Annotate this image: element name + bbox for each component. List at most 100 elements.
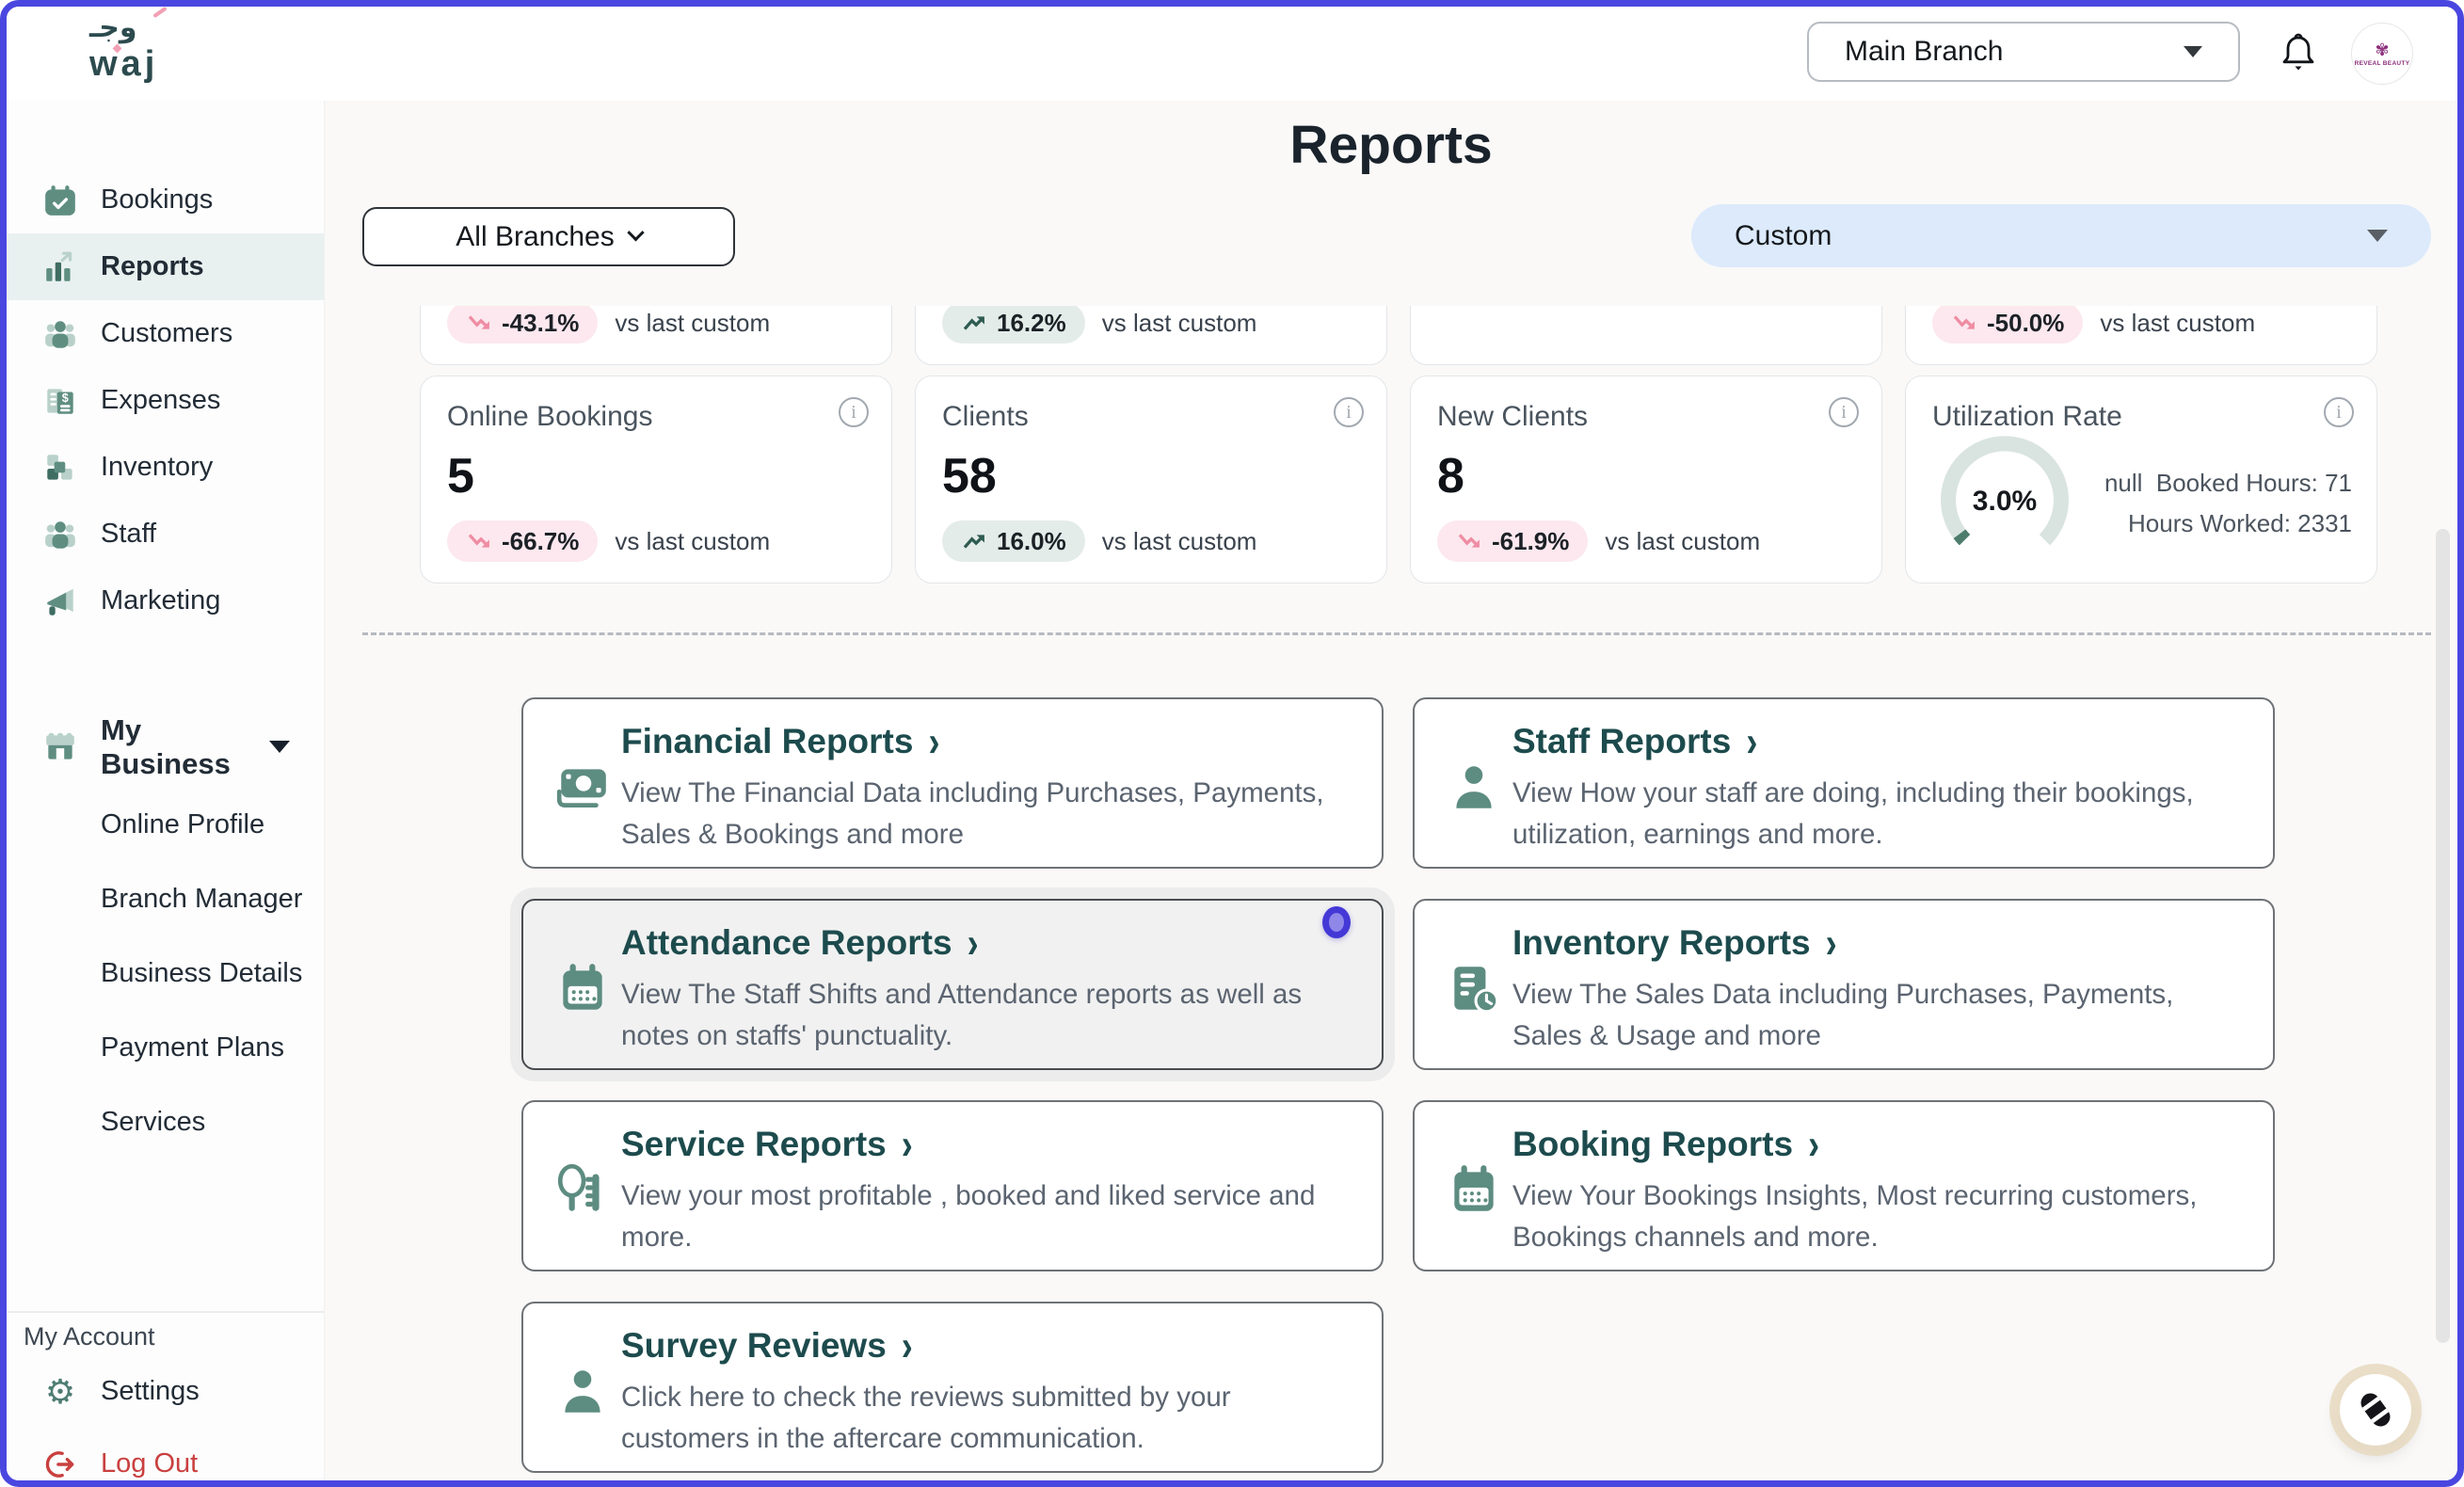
logout-icon — [42, 1447, 78, 1482]
sidebar-item-logout[interactable]: Log Out — [7, 1431, 324, 1487]
mirror-comb-icon — [553, 1160, 612, 1219]
person-icon — [553, 1362, 612, 1420]
stat-card-title: Clients — [942, 401, 1360, 433]
date-range-dropdown[interactable]: Custom — [1691, 204, 2431, 267]
people-icon — [42, 316, 78, 352]
my-business-label: My Business — [101, 713, 269, 781]
sidebar-item-label: Reports — [101, 251, 204, 282]
megaphone-icon — [42, 584, 78, 619]
chevron-right-icon: › — [928, 717, 939, 767]
info-icon[interactable]: i — [1334, 397, 1364, 427]
stat-trend-row: 16.0%vs last custom — [942, 520, 1256, 562]
report-card-description: Click here to check the reviews submitte… — [621, 1377, 1327, 1461]
vertical-scrollbar[interactable] — [2436, 529, 2450, 1343]
sidebar-item-customers[interactable]: Customers — [7, 300, 324, 367]
sidebar-item-marketing[interactable]: Marketing — [7, 568, 324, 634]
report-card-description: View Your Bookings Insights, Most recurr… — [1512, 1175, 2218, 1259]
sidebar-item-staff[interactable]: Staff — [7, 501, 324, 568]
sidebar-item-label: Customers — [101, 318, 232, 349]
trend-delta-value: -66.7% — [502, 527, 579, 556]
all-branches-filter-button[interactable]: All Branches — [362, 207, 735, 266]
top-header: وجـ waj Main Branch ✾ REVEAL BEAUTY — [7, 7, 2457, 101]
clipped-stat-card: -50.0% vs last custom — [1905, 306, 2377, 365]
sidebar-item-inventory[interactable]: Inventory — [7, 434, 324, 501]
cursor-indicator — [1322, 906, 1351, 938]
support-logo-icon — [2355, 1389, 2396, 1431]
report-title-text: Staff Reports — [1512, 722, 1731, 761]
report-title-text: Financial Reports — [621, 722, 913, 761]
sidebar-item-label: Marketing — [101, 585, 220, 616]
settings-label: Settings — [101, 1376, 200, 1407]
svg-text:$: $ — [62, 392, 69, 405]
my-account-label: My Account — [24, 1322, 155, 1351]
receipt-icon: $ — [42, 383, 78, 419]
support-floating-button[interactable] — [2340, 1374, 2411, 1446]
trend-up-icon — [961, 312, 989, 333]
info-icon[interactable]: i — [839, 397, 869, 427]
trend-badge: -50.0% — [1932, 306, 2083, 344]
stat-card-value: 58 — [942, 448, 1360, 504]
all-branches-label: All Branches — [456, 221, 614, 253]
report-card-attendance-reports[interactable]: Attendance Reports › View The Staff Shifts… — [521, 899, 1384, 1070]
trend-down-icon — [1456, 531, 1484, 552]
stat-card-title: Online Bookings — [447, 401, 865, 433]
clipped-stat-card: -43.1%vs last custom — [420, 306, 892, 365]
report-card-description: View How your staff are doing, including… — [1512, 773, 2218, 856]
app-logo: وجـ waj — [89, 14, 158, 82]
vs-period-label: vs last custom — [615, 527, 770, 556]
sidebar-item-bookings[interactable]: Bookings — [7, 167, 324, 233]
stat-trend-row: -66.7% vs last custom — [447, 520, 770, 562]
report-card-description: View your most profitable , booked and l… — [621, 1175, 1327, 1259]
bar-chart-icon — [42, 249, 78, 285]
trend-badge: 16.2% — [942, 306, 1085, 344]
sidebar-item-reports[interactable]: Reports — [7, 233, 324, 300]
sidebar-item-expenses[interactable]: $Expenses — [7, 367, 324, 434]
sidebar-subitem-branch-manager[interactable]: Branch Manager — [7, 862, 324, 936]
report-card-description: View The Financial Data including Purcha… — [621, 773, 1327, 856]
chevron-right-icon: › — [968, 919, 979, 968]
notifications-bell-icon[interactable] — [2277, 31, 2320, 78]
info-icon[interactable]: i — [2324, 397, 2354, 427]
logo-arabic-text: وجـ — [89, 14, 158, 42]
chevron-right-icon: › — [1746, 717, 1757, 767]
utilization-gauge: 3.0% — [1934, 425, 2075, 571]
stat-trend-row: 16.2%vs last custom — [942, 306, 1256, 344]
sidebar-item-my-business[interactable]: My Business — [7, 713, 324, 780]
report-card-inventory-reports[interactable]: Inventory Reports›View The Sales Data in… — [1413, 899, 2275, 1070]
sidebar-item-settings[interactable]: ⚙ Settings — [7, 1358, 324, 1425]
chevron-right-icon: › — [902, 1120, 913, 1170]
logo-accent-mark — [153, 7, 168, 18]
report-card-survey-reviews[interactable]: Survey Reviews›Click here to check the r… — [521, 1302, 1384, 1473]
clipped-stat-card: 16.2%vs last custom — [915, 306, 1387, 365]
report-card-staff-reports[interactable]: Staff Reports›View How your staff are do… — [1413, 697, 2275, 869]
trend-delta-value: -50.0% — [1987, 309, 2064, 338]
trend-badge: 16.0% — [942, 520, 1085, 562]
main-content: Reports All Branches Custom -43.1%vs las… — [325, 101, 2457, 1480]
stat-trend-row: -43.1%vs last custom — [447, 306, 770, 344]
vs-period-label: vs last custom — [1605, 527, 1760, 556]
sidebar-item-label: Bookings — [101, 184, 213, 216]
stat-card-title: New Clients — [1437, 401, 1855, 433]
clipped-stats-row: -43.1%vs last custom16.2%vs last custom-… — [325, 306, 2457, 365]
stat-trend-row: -61.9%vs last custom — [1437, 520, 1760, 562]
stat-card-online-bookings: Online Bookingsi5-66.7%vs last custom — [420, 376, 892, 584]
caret-down-icon — [269, 741, 290, 753]
sidebar-subitem-business-details[interactable]: Business Details — [7, 936, 324, 1011]
sidebar-subitem-online-profile[interactable]: Online Profile — [7, 788, 324, 862]
chevron-right-icon: › — [1808, 1120, 1819, 1170]
report-card-title: Staff Reports› — [1512, 722, 2239, 761]
report-title-text: Attendance Reports — [621, 923, 952, 963]
branch-selector-dropdown[interactable]: Main Branch — [1807, 22, 2240, 82]
report-card-service-reports[interactable]: Service Reports›View your most profitabl… — [521, 1100, 1384, 1271]
account-avatar[interactable]: ✾ REVEAL BEAUTY — [2352, 24, 2412, 84]
report-card-financial-reports[interactable]: Financial Reports › View The Financial Dat… — [521, 697, 1384, 869]
report-card-booking-reports[interactable]: Booking Reports›View Your Bookings Insig… — [1413, 1100, 2275, 1271]
sidebar-subitem-services[interactable]: Services — [7, 1085, 324, 1159]
vs-period-label: vs last custom — [615, 309, 770, 338]
info-icon[interactable]: i — [1829, 397, 1859, 427]
calendar-icon — [1445, 1160, 1503, 1219]
report-card-description: View The Staff Shifts and Attendance rep… — [621, 974, 1327, 1058]
vs-period-label: vs last custom — [2100, 309, 2255, 338]
chevron-down-icon — [2184, 46, 2202, 57]
sidebar-subitem-payment-plans[interactable]: Payment Plans — [7, 1011, 324, 1085]
